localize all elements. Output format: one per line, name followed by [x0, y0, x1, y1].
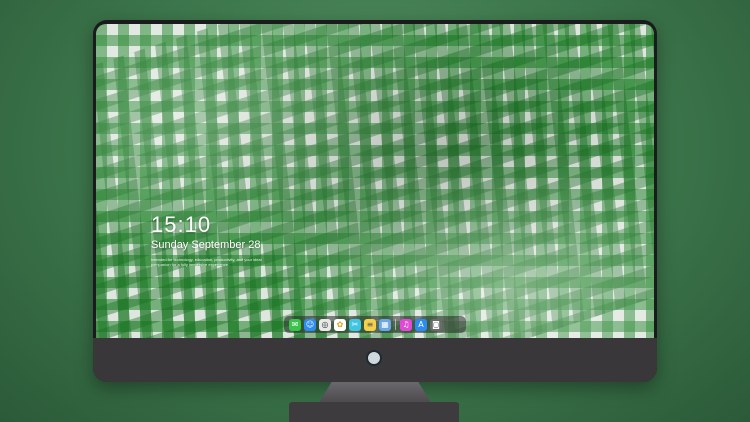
dock: ✉ ☺ ◎ ✿ ✂ ≡ ▦ ♫ A ◙ [284, 316, 466, 333]
preview-icon[interactable]: ▦ [379, 318, 391, 331]
lock-date: Sunday September 28 [151, 239, 261, 251]
finder-icon[interactable]: ☺ [304, 318, 316, 331]
photos-icon[interactable]: ✿ [334, 318, 346, 331]
lock-clock: 15:10 [151, 212, 212, 237]
appstore-icon[interactable]: A [415, 318, 427, 331]
finalcut-icon[interactable]: ✂ [349, 318, 361, 331]
camera-icon[interactable]: ◙ [430, 318, 442, 331]
notes-icon[interactable]: ≡ [364, 318, 376, 331]
desktop-wallpaper [96, 24, 654, 338]
stand-neck [318, 382, 432, 404]
safari-icon[interactable]: ◎ [319, 318, 331, 331]
stand-base [289, 402, 459, 422]
messages-icon[interactable]: ✉ [289, 318, 301, 331]
lock-note: Intended for technology, education, prod… [151, 257, 262, 267]
music-icon[interactable]: ♫ [400, 318, 412, 331]
dock-separator [395, 319, 396, 330]
brand-logo-icon [366, 350, 382, 366]
